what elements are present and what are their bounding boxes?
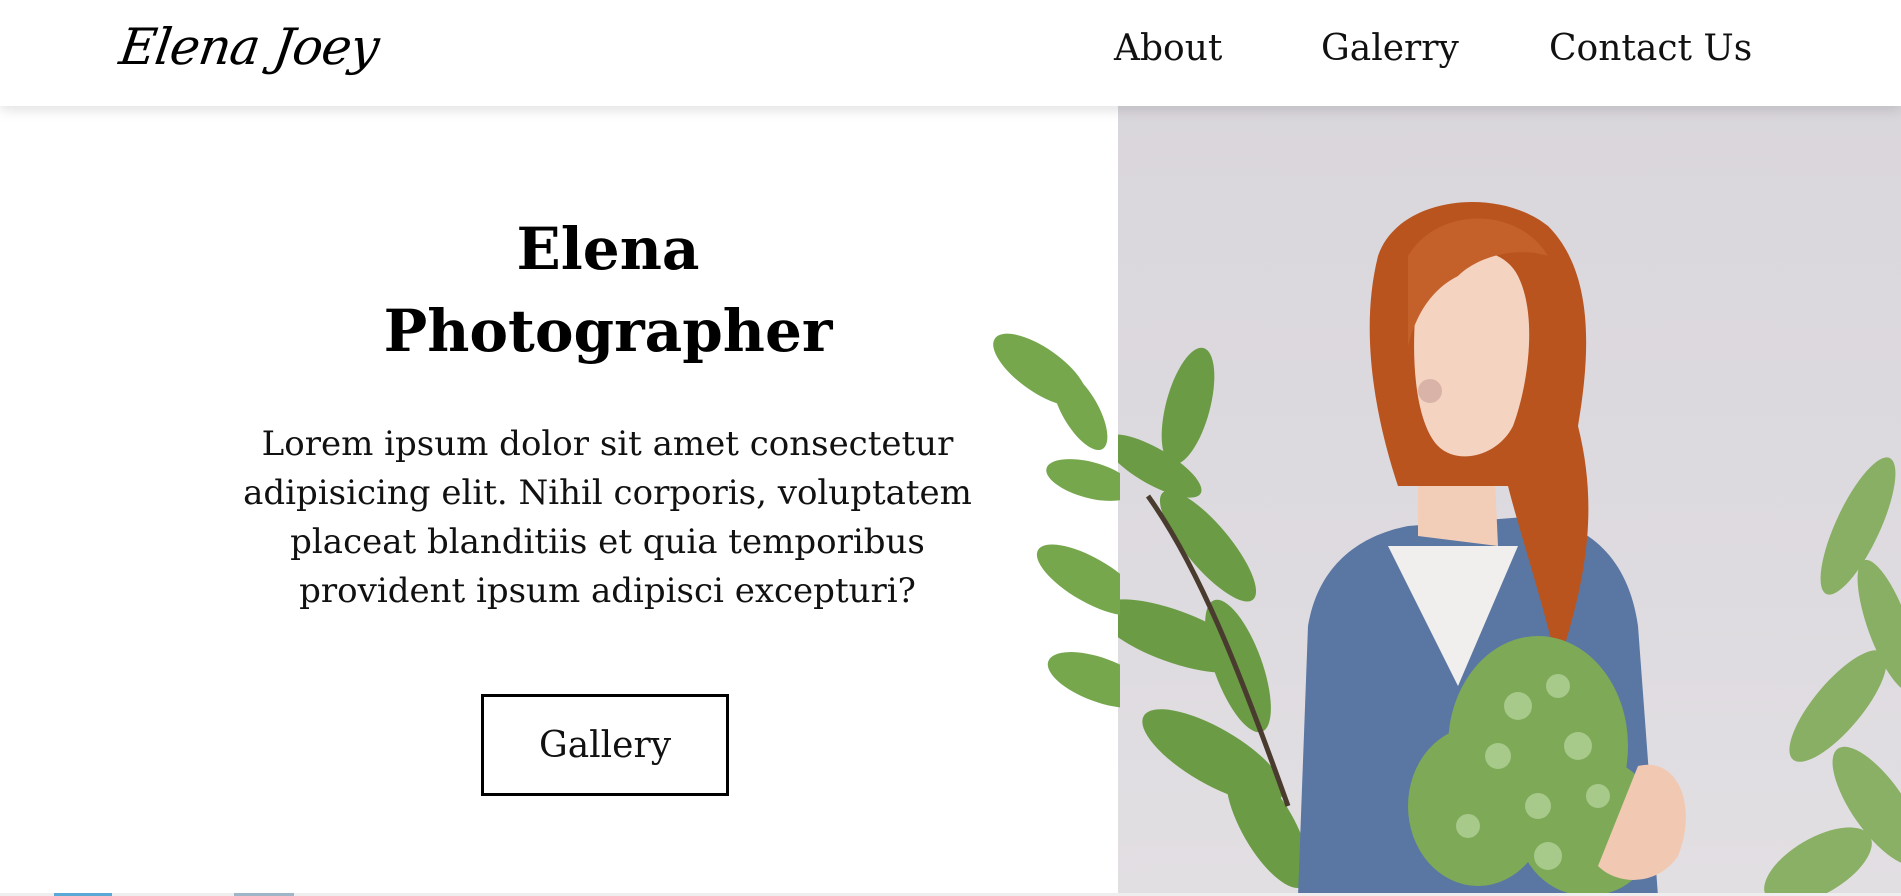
hero-photo bbox=[1118, 106, 1901, 896]
site-logo[interactable]: Elena Joey bbox=[116, 18, 382, 76]
nav-gallery-link[interactable]: Galerry bbox=[1321, 28, 1459, 69]
woman-holding-plants-icon bbox=[1118, 202, 1901, 896]
gallery-button[interactable]: Gallery bbox=[481, 694, 729, 796]
nav-about-link[interactable]: About bbox=[1114, 28, 1222, 69]
hero-description: Lorem ipsum dolor sit amet consectetur a… bbox=[243, 424, 972, 611]
site-header: Elena Joey About Galerry Contact Us bbox=[0, 0, 1901, 106]
page: Elena Joey About Galerry Contact Us Elen… bbox=[0, 0, 1901, 896]
nav-contact-link[interactable]: Contact Us bbox=[1549, 28, 1752, 69]
hero-title: Elena Photographer bbox=[0, 208, 1216, 372]
hero-title-line2: Photographer bbox=[383, 297, 833, 365]
hero-title-line1: Elena bbox=[516, 215, 700, 283]
